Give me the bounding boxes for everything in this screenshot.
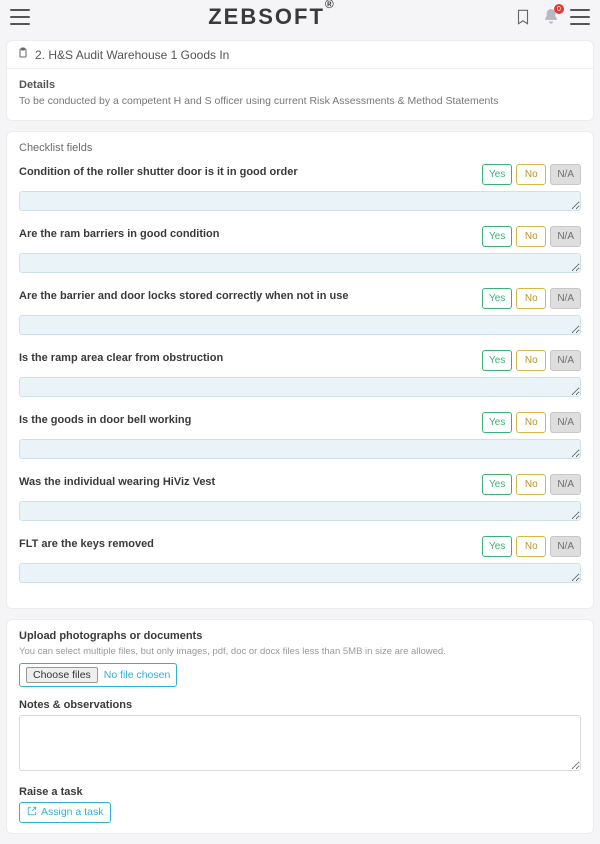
checklist-note-input[interactable] bbox=[19, 315, 581, 335]
notes-section: Notes & observations bbox=[19, 699, 581, 774]
no-button[interactable]: No bbox=[516, 164, 546, 185]
checklist-section-title: Checklist fields bbox=[19, 142, 581, 154]
checklist-question: FLT are the keys removed bbox=[19, 536, 474, 550]
share-icon bbox=[27, 806, 37, 819]
menu-right-icon[interactable] bbox=[570, 9, 590, 25]
choose-files-button[interactable]: Choose files bbox=[26, 667, 98, 683]
checklist-question: Condition of the roller shutter door is … bbox=[19, 164, 474, 178]
yes-button[interactable]: Yes bbox=[482, 226, 512, 247]
answer-buttons: Yes No N/A bbox=[482, 412, 581, 433]
top-icons: 0 bbox=[514, 8, 590, 26]
no-button[interactable]: No bbox=[516, 412, 546, 433]
checklist-item: FLT are the keys removed Yes No N/A bbox=[19, 536, 581, 586]
yes-button[interactable]: Yes bbox=[482, 164, 512, 185]
brand-logo: ZEBSOFT® bbox=[208, 4, 336, 30]
attachments-card: Upload photographs or documents You can … bbox=[6, 619, 594, 834]
no-button[interactable]: No bbox=[516, 536, 546, 557]
assign-task-label: Assign a task bbox=[41, 806, 103, 818]
no-button[interactable]: No bbox=[516, 288, 546, 309]
upload-title: Upload photographs or documents bbox=[19, 630, 581, 642]
yes-button[interactable]: Yes bbox=[482, 288, 512, 309]
answer-buttons: Yes No N/A bbox=[482, 226, 581, 247]
checklist-question: Are the ram barriers in good condition bbox=[19, 226, 474, 240]
na-button[interactable]: N/A bbox=[550, 412, 581, 433]
checklist-note-input[interactable] bbox=[19, 563, 581, 583]
details-body: Details To be conducted by a competent H… bbox=[7, 69, 593, 120]
raise-section: Raise a task Assign a task bbox=[19, 786, 581, 823]
na-button[interactable]: N/A bbox=[550, 288, 581, 309]
page-title-row: 2. H&S Audit Warehouse 1 Goods In bbox=[7, 41, 593, 69]
checklist-item: Is the ramp area clear from obstruction … bbox=[19, 350, 581, 400]
file-input-wrapper[interactable]: Choose files No file chosen bbox=[19, 663, 177, 687]
answer-buttons: Yes No N/A bbox=[482, 474, 581, 495]
clipboard-icon bbox=[17, 47, 29, 62]
yes-button[interactable]: Yes bbox=[482, 536, 512, 557]
answer-buttons: Yes No N/A bbox=[482, 288, 581, 309]
upload-hint: You can select multiple files, but only … bbox=[19, 646, 581, 657]
na-button[interactable]: N/A bbox=[550, 536, 581, 557]
no-file-label: No file chosen bbox=[104, 669, 171, 681]
answer-buttons: Yes No N/A bbox=[482, 536, 581, 557]
na-button[interactable]: N/A bbox=[550, 164, 581, 185]
yes-button[interactable]: Yes bbox=[482, 412, 512, 433]
checklist-item: Was the individual wearing HiViz Vest Ye… bbox=[19, 474, 581, 524]
menu-left-icon[interactable] bbox=[10, 9, 30, 25]
page-header-card: 2. H&S Audit Warehouse 1 Goods In Detail… bbox=[6, 40, 594, 121]
brand-reg: ® bbox=[325, 0, 336, 11]
bookmark-icon[interactable] bbox=[514, 8, 532, 26]
checklist-question: Are the barrier and door locks stored co… bbox=[19, 288, 474, 302]
notes-title: Notes & observations bbox=[19, 699, 581, 711]
checklist-card: Checklist fields Condition of the roller… bbox=[6, 131, 594, 609]
checklist-note-input[interactable] bbox=[19, 253, 581, 273]
na-button[interactable]: N/A bbox=[550, 350, 581, 371]
checklist-question: Is the goods in door bell working bbox=[19, 412, 474, 426]
no-button[interactable]: No bbox=[516, 350, 546, 371]
details-text: To be conducted by a competent H and S o… bbox=[19, 94, 581, 110]
no-button[interactable]: No bbox=[516, 474, 546, 495]
yes-button[interactable]: Yes bbox=[482, 474, 512, 495]
no-button[interactable]: No bbox=[516, 226, 546, 247]
page-title: 2. H&S Audit Warehouse 1 Goods In bbox=[35, 48, 229, 62]
checklist-item: Are the barrier and door locks stored co… bbox=[19, 288, 581, 338]
topbar: ZEBSOFT® 0 bbox=[0, 0, 600, 34]
checklist-note-input[interactable] bbox=[19, 377, 581, 397]
answer-buttons: Yes No N/A bbox=[482, 164, 581, 185]
na-button[interactable]: N/A bbox=[550, 474, 581, 495]
notification-badge: 0 bbox=[554, 4, 564, 14]
checklist-item: Are the ram barriers in good condition Y… bbox=[19, 226, 581, 276]
upload-section: Upload photographs or documents You can … bbox=[19, 630, 581, 687]
assign-task-button[interactable]: Assign a task bbox=[19, 802, 111, 823]
brand-text: ZEBSOFT bbox=[208, 4, 325, 29]
checklist-question: Was the individual wearing HiViz Vest bbox=[19, 474, 474, 488]
checklist-note-input[interactable] bbox=[19, 501, 581, 521]
answer-buttons: Yes No N/A bbox=[482, 350, 581, 371]
checklist-question: Is the ramp area clear from obstruction bbox=[19, 350, 474, 364]
checklist-item: Is the goods in door bell working Yes No… bbox=[19, 412, 581, 462]
yes-button[interactable]: Yes bbox=[482, 350, 512, 371]
checklist-note-input[interactable] bbox=[19, 191, 581, 211]
details-heading: Details bbox=[19, 79, 581, 91]
na-button[interactable]: N/A bbox=[550, 226, 581, 247]
notes-textarea[interactable] bbox=[19, 715, 581, 771]
raise-title: Raise a task bbox=[19, 786, 581, 798]
checklist-note-input[interactable] bbox=[19, 439, 581, 459]
checklist-item: Condition of the roller shutter door is … bbox=[19, 164, 581, 214]
notification-bell-icon[interactable]: 0 bbox=[542, 8, 560, 26]
